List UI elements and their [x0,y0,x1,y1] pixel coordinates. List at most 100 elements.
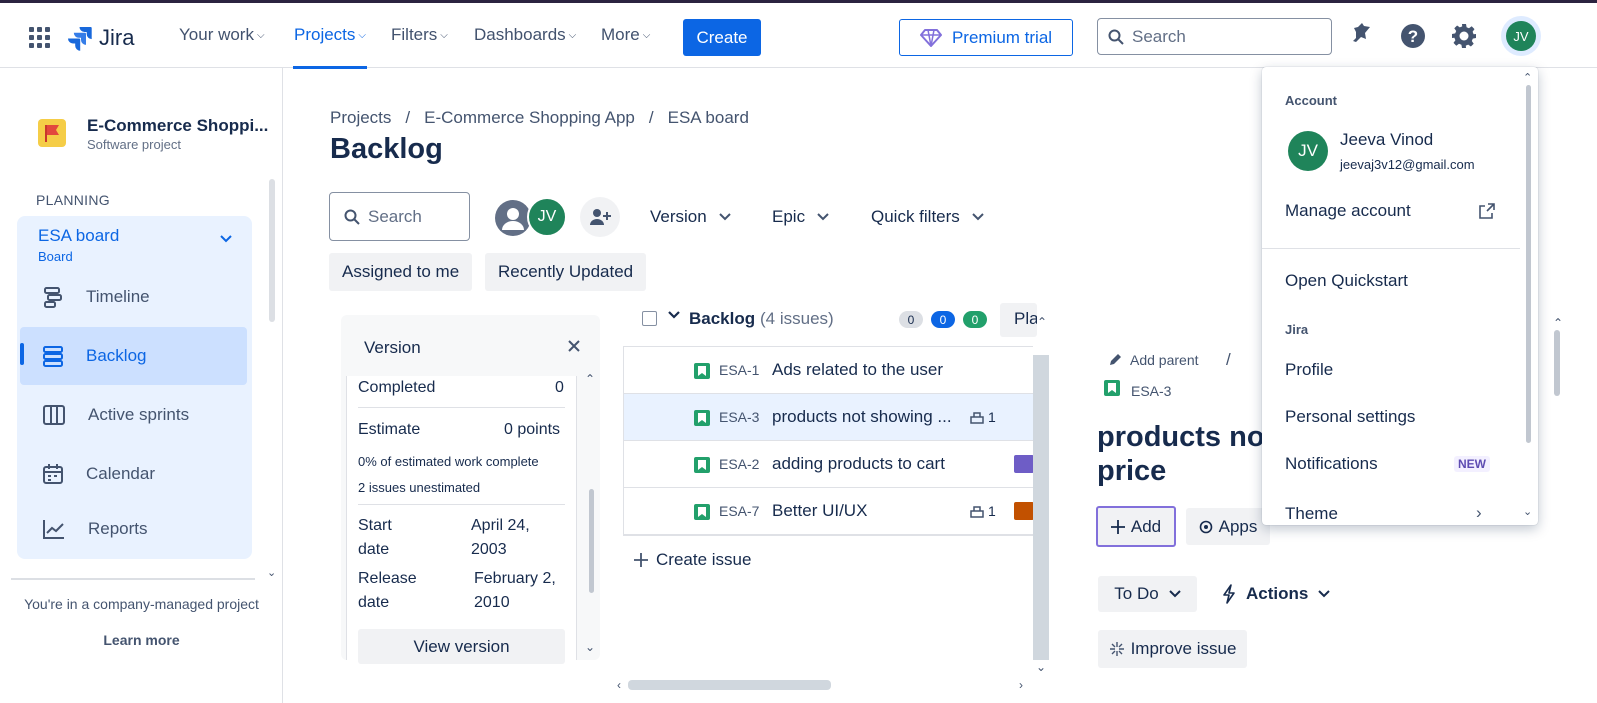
profile-item[interactable]: Profile [1285,360,1333,380]
issue-key[interactable]: ESA-3 [719,409,759,425]
plan-sprint-button[interactable]: Pla [1000,303,1037,337]
scroll-up-icon[interactable]: ⌃ [585,372,595,386]
scroll-up-icon[interactable]: ⌃ [1553,316,1563,330]
help-icon[interactable]: ? [1400,23,1426,49]
project-name[interactable]: E-Commerce Shoppi... [87,116,268,136]
app-switcher-icon[interactable] [29,27,51,49]
theme-item[interactable]: Theme [1285,504,1338,524]
backlog-search-input[interactable]: Search [329,192,470,241]
add-people-button[interactable] [580,197,620,237]
chevron-down-icon: ⌵ [358,29,367,41]
add-parent-button[interactable]: Add parent [1108,352,1199,368]
issue-key[interactable]: ESA-1 [719,362,759,378]
notifications-icon[interactable] [1350,23,1376,49]
add-button[interactable]: Add [1096,506,1176,547]
assigned-to-me-chip[interactable]: Assigned to me [329,253,473,291]
backlog-icon [43,346,63,367]
sidebar-item-reports[interactable]: Reports [20,500,247,558]
quick-filters-dropdown[interactable]: Quick filters [871,207,984,227]
notifications-item[interactable]: Notifications [1285,454,1378,474]
profile-avatar-button[interactable]: JV [1501,16,1541,56]
unassigned-avatar[interactable] [492,197,532,237]
nav-dashboards[interactable]: Dashboards ⌵ [474,25,576,45]
version-filter-dropdown[interactable]: Version [650,207,731,227]
status-dropdown[interactable]: To Do [1098,576,1197,612]
release-date-value: 2010 [474,594,510,611]
detail-issue-key[interactable]: ESA-3 [1131,383,1171,399]
improve-issue-button[interactable]: Improve issue [1098,630,1247,668]
epic-filter-label: Epic [772,207,806,226]
create-issue-button[interactable]: Create issue [634,550,751,570]
backlog-count: (4 issues) [760,309,834,328]
create-button[interactable]: Create [683,19,761,56]
release-date-label: date [358,594,390,611]
breadcrumb-board[interactable]: ESA board [668,108,749,128]
scroll-left-icon[interactable]: ‹ [617,678,621,692]
learn-more-link[interactable]: Learn more [0,632,283,648]
scroll-up-icon[interactable]: ⌃ [1523,71,1532,84]
actions-dropdown[interactable]: Actions [1222,584,1331,604]
personal-settings-item[interactable]: Personal settings [1285,407,1415,427]
nav-projects[interactable]: Projects ⌵ [294,25,366,45]
sidebar-item-backlog[interactable]: Backlog [20,327,247,385]
breadcrumb-project[interactable]: E-Commerce Shopping App [424,108,635,128]
premium-trial-button[interactable]: Premium trial [899,19,1073,56]
detail-title-line: price [1097,455,1167,487]
menu-scrollbar[interactable] [1526,85,1531,443]
scroll-right-icon[interactable]: › [1019,678,1023,692]
chevron-down-icon[interactable] [668,310,680,320]
issue-row[interactable]: ESA-2 adding products to cart [624,441,1034,488]
chevron-down-icon[interactable] [219,234,233,244]
scroll-down-icon[interactable]: ⌄ [1036,660,1046,674]
chevron-right-icon: › [1476,503,1482,522]
horizontal-scrollbar[interactable] [628,680,831,690]
divider [358,407,565,408]
external-link-icon [1479,203,1495,219]
sidebar-item-calendar[interactable]: Calendar [20,445,247,503]
pencil-icon [1110,354,1121,365]
manage-account-label: Manage account [1285,201,1411,220]
nav-more[interactable]: More ⌵ [601,25,650,45]
nav-your-work[interactable]: Your work ⌵ [179,25,265,45]
close-icon[interactable] [567,339,581,353]
scroll-down-icon[interactable]: ⌄ [1523,505,1532,518]
list-scrollbar[interactable] [1033,355,1049,660]
version-scrollbar[interactable] [589,489,594,593]
issue-key[interactable]: ESA-7 [719,503,759,519]
manage-account-item[interactable]: Manage account [1285,201,1525,221]
open-quickstart-item[interactable]: Open Quickstart [1285,271,1408,291]
sidebar-item-active-sprints[interactable]: Active sprints [20,386,247,444]
apps-button[interactable]: Apps [1186,508,1270,545]
sidebar-item-timeline[interactable]: Timeline [20,268,247,326]
issue-row[interactable]: ESA-7 Better UI/UX 1 [624,488,1034,535]
jira-logo[interactable]: Jira [67,25,134,51]
child-issues-icon [970,506,984,518]
detail-scrollbar[interactable] [1554,330,1560,396]
backlog-checkbox[interactable] [642,311,657,326]
global-search-input[interactable]: Search [1097,18,1332,55]
issue-key[interactable]: ESA-2 [719,456,759,472]
scroll-down-icon[interactable]: ⌄ [267,566,276,579]
breadcrumb-projects[interactable]: Projects [330,108,391,128]
version-panel-title: Version [364,338,421,357]
sidebar-scrollbar[interactable] [269,179,275,322]
chevron-down-icon [1318,590,1331,598]
user-filter-avatar[interactable]: JV [527,197,567,237]
project-type: Software project [87,137,181,152]
story-icon [1104,380,1120,396]
svg-text:?: ? [1408,27,1418,46]
epic-filter-dropdown[interactable]: Epic [772,207,829,227]
issue-row[interactable]: ESA-3 products not showing ... 1 [624,394,1034,441]
planning-section-heading: PLANNING [36,192,110,208]
plus-icon [634,553,648,567]
scroll-up-icon[interactable]: ⌃ [1037,315,1047,329]
board-name[interactable]: ESA board [38,226,119,246]
recently-updated-chip[interactable]: Recently Updated [485,253,647,291]
view-version-button[interactable]: View version [358,629,565,664]
settings-gear-icon[interactable] [1451,23,1477,49]
completed-value: 0 [555,379,564,396]
nav-filters[interactable]: Filters ⌵ [391,25,448,45]
scroll-down-icon[interactable]: ⌄ [585,640,595,654]
issue-row[interactable]: ESA-1 Ads related to the user [624,347,1034,394]
detail-issue-title[interactable]: products not price [1097,420,1274,488]
